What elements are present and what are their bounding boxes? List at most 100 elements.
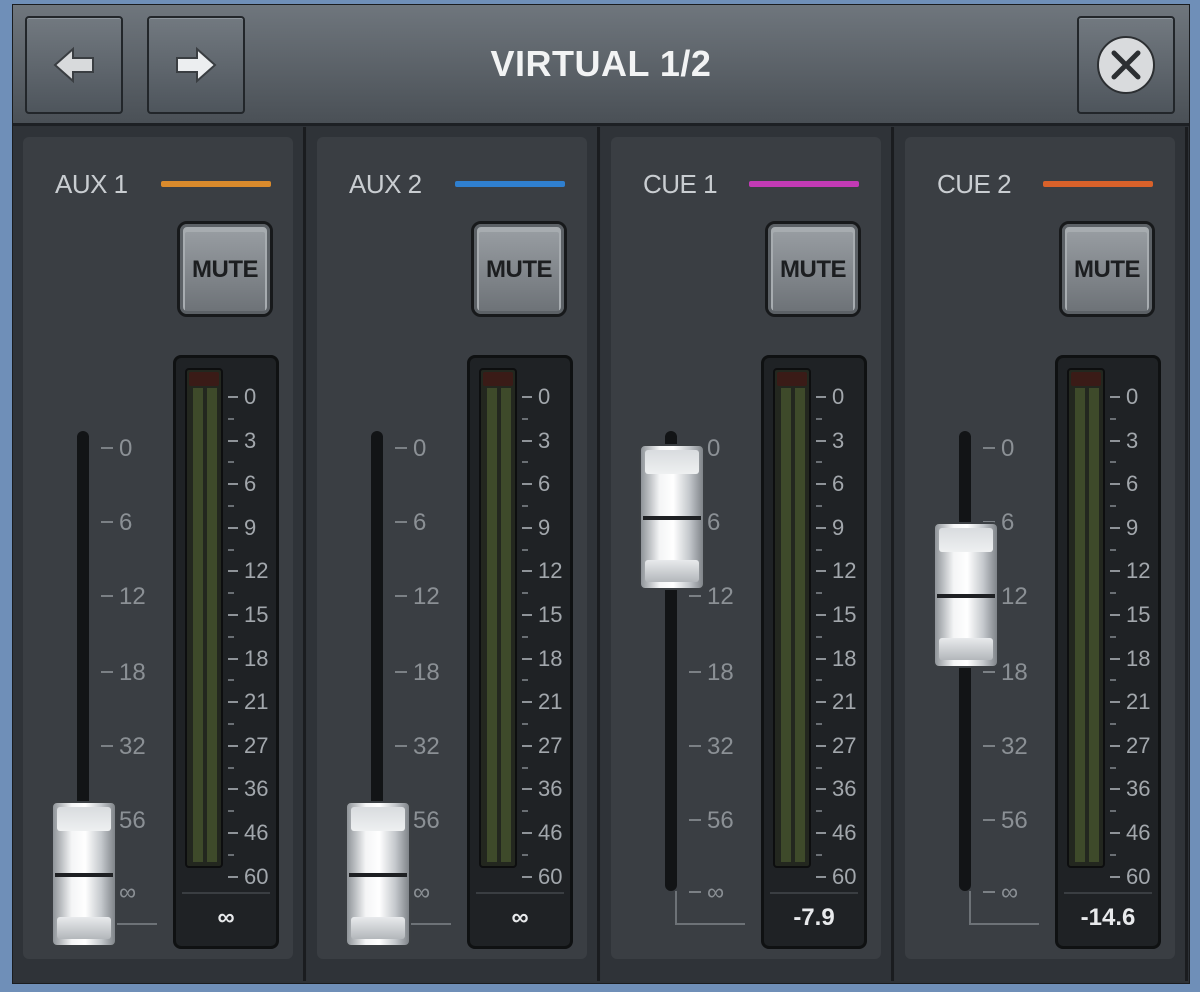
fader-scale-tick	[395, 745, 407, 747]
meter-scale-label: 6	[1126, 471, 1139, 497]
channel-strip: AUX 1 MUTE 0 6 12 18 32 56 ∞ 0 3 6 9 12 15 18 21 27 36 46 60…	[13, 127, 306, 981]
meter-scale-label: 12	[1126, 558, 1151, 584]
fader-scale-tick	[395, 595, 407, 597]
meter-scale-tick	[816, 657, 826, 660]
meter-scale-label: 18	[538, 645, 563, 671]
meter-scale-minor-tick	[816, 723, 822, 725]
fader-scale-label: 56	[707, 807, 734, 834]
fader-scale-label: ∞	[707, 879, 725, 906]
fader-scale-label: 32	[119, 733, 146, 760]
mute-label: MUTE	[1074, 256, 1141, 283]
meter-scale-tick	[1110, 570, 1120, 573]
fader-scale-label: 6	[413, 509, 427, 536]
channel-color-bar	[1043, 181, 1153, 187]
fader-scale-tick	[101, 671, 113, 673]
fader-scale-label: 32	[1001, 733, 1028, 760]
meter-scale-tick	[522, 832, 532, 834]
meter-scale-label: 9	[1126, 514, 1139, 540]
meter-scale-tick	[228, 570, 238, 573]
meter-bar-right	[501, 388, 511, 862]
meter-scale-tick	[816, 396, 826, 398]
meter-scale-tick	[228, 483, 238, 486]
fader-scale-label: 6	[119, 509, 133, 536]
meter-scale-tick	[522, 875, 532, 878]
fader-scale-tick	[983, 745, 995, 747]
fader-scale-label: 0	[119, 435, 133, 462]
channel-panel: CUE 1 MUTE 0 6 12 18 32 56 ∞ 0 3 6 9 12 15 18 21 27 36 46 60…	[611, 137, 881, 959]
meter-scale-label: 21	[832, 689, 857, 715]
meter-scale-tick	[228, 788, 238, 791]
meter-scale-minor-tick	[1110, 810, 1116, 813]
meter-scale-minor-tick	[228, 766, 234, 769]
meter-scale-minor-tick	[1110, 461, 1116, 464]
level-meter	[185, 368, 223, 868]
fader-scale-tick	[101, 521, 113, 523]
meter-scale-tick	[1110, 875, 1120, 878]
meter-scale-minor-tick	[1110, 723, 1116, 725]
meter-scale-minor-tick	[522, 723, 528, 725]
fader-scale-label: ∞	[413, 879, 431, 906]
meter-scale-tick	[522, 614, 532, 616]
meter-scale-minor-tick	[1110, 853, 1116, 856]
meter-scale-label: 12	[538, 558, 563, 584]
fader-scale-label: 56	[1001, 807, 1028, 834]
meter-scale-label: 18	[832, 645, 857, 671]
close-button[interactable]	[1077, 16, 1175, 114]
meter-scale-tick	[816, 701, 826, 704]
mute-button[interactable]: MUTE	[765, 221, 861, 317]
channel-color-bar	[749, 181, 859, 187]
meter-bar-right	[1089, 388, 1099, 862]
channel-strip: CUE 1 MUTE 0 6 12 18 32 56 ∞ 0 3 6 9 12 15 18 21 27 36 46 60…	[601, 127, 894, 981]
meter-scale-tick	[522, 744, 532, 747]
meter-scale-minor-tick	[228, 417, 234, 420]
meter-scale-minor-tick	[228, 505, 234, 507]
meter-scale-minor-tick	[228, 592, 234, 595]
meter-scale-label: 15	[1126, 602, 1151, 627]
fader-scale-tick	[689, 745, 701, 747]
meter-scale-label: 21	[1126, 689, 1151, 715]
level-meter-box: 0 3 6 9 12 15 18 21 27 36 46 60 -14.6	[1055, 355, 1161, 949]
level-readout: ∞	[476, 892, 564, 940]
meter-scale-tick	[1110, 701, 1120, 704]
channel-color-bar	[455, 181, 565, 187]
mute-button[interactable]: MUTE	[177, 221, 273, 317]
meter-scale-label: 3	[1126, 427, 1139, 453]
meter-bar-right	[795, 388, 805, 862]
mute-button[interactable]: MUTE	[1059, 221, 1155, 317]
meter-scale-minor-tick	[522, 548, 528, 551]
fader-scale-label: 32	[413, 733, 440, 760]
fader-scale-tick	[983, 447, 995, 449]
clip-indicator	[1071, 372, 1101, 386]
window-title: VIRTUAL 1/2	[490, 43, 712, 84]
meter-scale-label: 15	[832, 602, 857, 627]
fader-knob[interactable]	[345, 801, 411, 947]
fader-scale-label: 32	[707, 733, 734, 760]
mute-button[interactable]: MUTE	[471, 221, 567, 317]
meter-scale-label: 27	[244, 732, 269, 758]
meter-scale-tick	[1110, 396, 1120, 398]
fader-scale-label: 12	[1001, 583, 1028, 610]
fader-knob[interactable]	[639, 444, 705, 591]
fader-cap-top	[351, 807, 405, 831]
fader-center-line	[349, 873, 407, 877]
mute-label: MUTE	[486, 256, 553, 283]
fader-center-line	[643, 516, 701, 521]
meter-scale-label: 3	[538, 427, 551, 453]
fader-knob[interactable]	[51, 801, 117, 947]
meter-scale-tick	[1110, 832, 1120, 834]
meter-scale-label: 60	[1126, 863, 1151, 889]
meter-scale-tick	[522, 701, 532, 704]
meter-scale-minor-tick	[1110, 548, 1116, 551]
meter-scale-tick	[816, 788, 826, 791]
meter-scale-tick	[1110, 657, 1120, 660]
fader-cap-bottom	[939, 638, 993, 661]
meter-scale-minor-tick	[816, 548, 822, 551]
channel-name: AUX 1	[55, 169, 128, 199]
level-meter-box: 0 3 6 9 12 15 18 21 27 36 46 60 ∞	[467, 355, 573, 949]
meter-scale-tick	[816, 570, 826, 573]
meter-scale-minor-tick	[522, 810, 528, 813]
fader-scale-label: 12	[707, 583, 734, 610]
meter-scale-label: 0	[244, 384, 257, 409]
meter-scale-minor-tick	[522, 592, 528, 595]
fader-knob[interactable]	[933, 522, 999, 669]
